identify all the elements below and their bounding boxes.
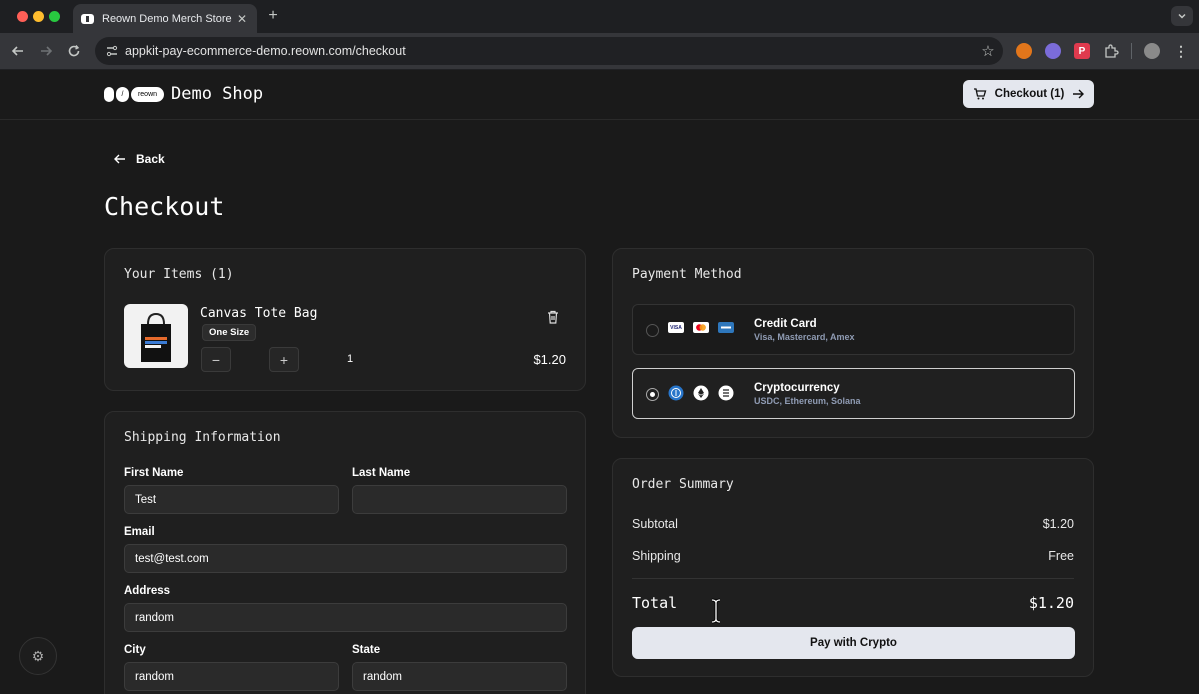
payment-method-card: Payment Method VISA Credit Card Visa, Ma… [612, 248, 1094, 438]
new-tab-button[interactable]: + [264, 7, 282, 25]
shipping-card: Shipping Information First Name Test Las… [104, 411, 586, 694]
address-bar[interactable]: appkit-pay-ecommerce-demo.reown.com/chec… [95, 37, 1003, 65]
items-card-title: Your Items (1) [124, 267, 234, 282]
arrow-left-icon [114, 154, 125, 164]
shipping-cost-label: Shipping [632, 549, 681, 563]
increase-quantity-button[interactable]: + [269, 347, 299, 372]
total-label: Total [632, 594, 678, 612]
chevron-down-icon[interactable] [1171, 6, 1193, 26]
last-name-label: Last Name [352, 467, 411, 479]
state-label: State [352, 644, 381, 656]
pocket-extension-icon[interactable]: P [1074, 43, 1090, 59]
shipping-cost-value: Free [1048, 549, 1074, 563]
tote-bag-image [124, 304, 188, 368]
address-label: Address [124, 585, 171, 597]
kebab-menu-icon[interactable]: ⋮ [1173, 43, 1189, 59]
trash-icon[interactable] [545, 309, 561, 325]
quantity-value: 1 [346, 353, 354, 365]
last-name-field[interactable] [352, 485, 567, 514]
credit-card-option[interactable]: VISA Credit Card Visa, Mastercard, Amex [632, 304, 1075, 355]
arrow-right-icon [1073, 89, 1084, 99]
mastercard-icon [693, 322, 709, 333]
cryptocurrency-name: Cryptocurrency [754, 382, 840, 394]
tab-close-icon[interactable]: ✕ [235, 12, 249, 26]
summary-divider [632, 578, 1074, 579]
city-field[interactable]: random [124, 662, 339, 691]
reown-logo[interactable]: / reown [104, 87, 164, 102]
checkout-button-label: Checkout (1) [994, 88, 1065, 100]
site-info-icon[interactable] [105, 44, 119, 58]
credit-card-name: Credit Card [754, 318, 817, 330]
reown-favicon-icon [81, 13, 94, 24]
shipping-row: Shipping Free [632, 549, 1074, 563]
summary-card-title: Order Summary [632, 477, 734, 492]
subtotal-label: Subtotal [632, 517, 678, 531]
shipping-card-title: Shipping Information [124, 430, 281, 445]
extensions-puzzle-icon[interactable] [1103, 43, 1119, 59]
phantom-extension-icon[interactable] [1045, 43, 1061, 59]
browser-toolbar: appkit-pay-ecommerce-demo.reown.com/chec… [0, 33, 1199, 70]
minimize-window-button[interactable] [33, 11, 44, 22]
close-window-button[interactable] [17, 11, 28, 22]
address-field[interactable]: random [124, 603, 567, 632]
maximize-window-button[interactable] [49, 11, 60, 22]
toolbar-divider [1131, 43, 1132, 59]
visa-icon: VISA [668, 322, 684, 333]
settings-gear-icon[interactable]: ⚙ [19, 637, 57, 675]
back-label: Back [136, 152, 165, 166]
page-title: Checkout [104, 192, 225, 221]
cryptocurrency-sub: USDC, Ethereum, Solana [754, 396, 861, 406]
cart-icon [974, 88, 987, 100]
credit-card-radio[interactable] [646, 324, 659, 337]
back-link[interactable]: Back [114, 152, 165, 166]
total-row: Total $1.20 [632, 594, 1074, 612]
first-name-field[interactable]: Test [124, 485, 339, 514]
cryptocurrency-option[interactable]: Cryptocurrency USDC, Ethereum, Solana [632, 368, 1075, 419]
usdc-icon [668, 385, 684, 401]
credit-card-sub: Visa, Mastercard, Amex [754, 332, 855, 342]
bookmark-star-icon[interactable]: ☆ [973, 42, 1003, 60]
tab-title: Reown Demo Merch Store [102, 12, 232, 25]
forward-arrow-icon[interactable] [36, 41, 56, 61]
pay-with-crypto-button[interactable]: Pay with Crypto [632, 627, 1075, 659]
email-label: Email [124, 526, 155, 538]
brand-name[interactable]: Demo Shop [171, 84, 263, 104]
size-badge: One Size [202, 324, 257, 341]
text-cursor-icon [711, 598, 721, 624]
amex-icon [718, 322, 734, 333]
browser-tab[interactable]: Reown Demo Merch Store ✕ [73, 4, 257, 33]
solana-icon [718, 385, 734, 401]
header-checkout-button[interactable]: Checkout (1) [963, 80, 1094, 108]
site-header: / reown Demo Shop Checkout (1) [0, 70, 1199, 120]
decrease-quantity-button[interactable]: − [201, 347, 231, 372]
payment-card-title: Payment Method [632, 267, 742, 282]
email-field[interactable]: test@test.com [124, 544, 567, 573]
subtotal-value: $1.20 [1042, 517, 1074, 531]
metamask-extension-icon[interactable] [1016, 43, 1032, 59]
back-arrow-icon[interactable] [8, 41, 28, 61]
reload-icon[interactable] [64, 41, 84, 61]
city-label: City [124, 644, 146, 656]
item-price: $1.20 [533, 352, 566, 367]
state-field[interactable]: random [352, 662, 567, 691]
subtotal-row: Subtotal $1.20 [632, 517, 1074, 531]
cryptocurrency-radio[interactable] [646, 388, 659, 401]
items-card: Your Items (1) Canvas Tote Bag One Size … [104, 248, 586, 391]
browser-tab-bar: Reown Demo Merch Store ✕ + [0, 0, 1199, 33]
total-value: $1.20 [1028, 594, 1074, 612]
url-text: appkit-pay-ecommerce-demo.reown.com/chec… [125, 44, 406, 58]
order-summary-card: Order Summary Subtotal $1.20 Shipping Fr… [612, 458, 1094, 677]
profile-avatar-icon[interactable] [1144, 43, 1160, 59]
web-page: / reown Demo Shop Checkout (1) Back Chec… [0, 70, 1199, 694]
first-name-label: First Name [124, 467, 184, 479]
ethereum-icon [693, 385, 709, 401]
item-name[interactable]: Canvas Tote Bag [200, 306, 317, 321]
